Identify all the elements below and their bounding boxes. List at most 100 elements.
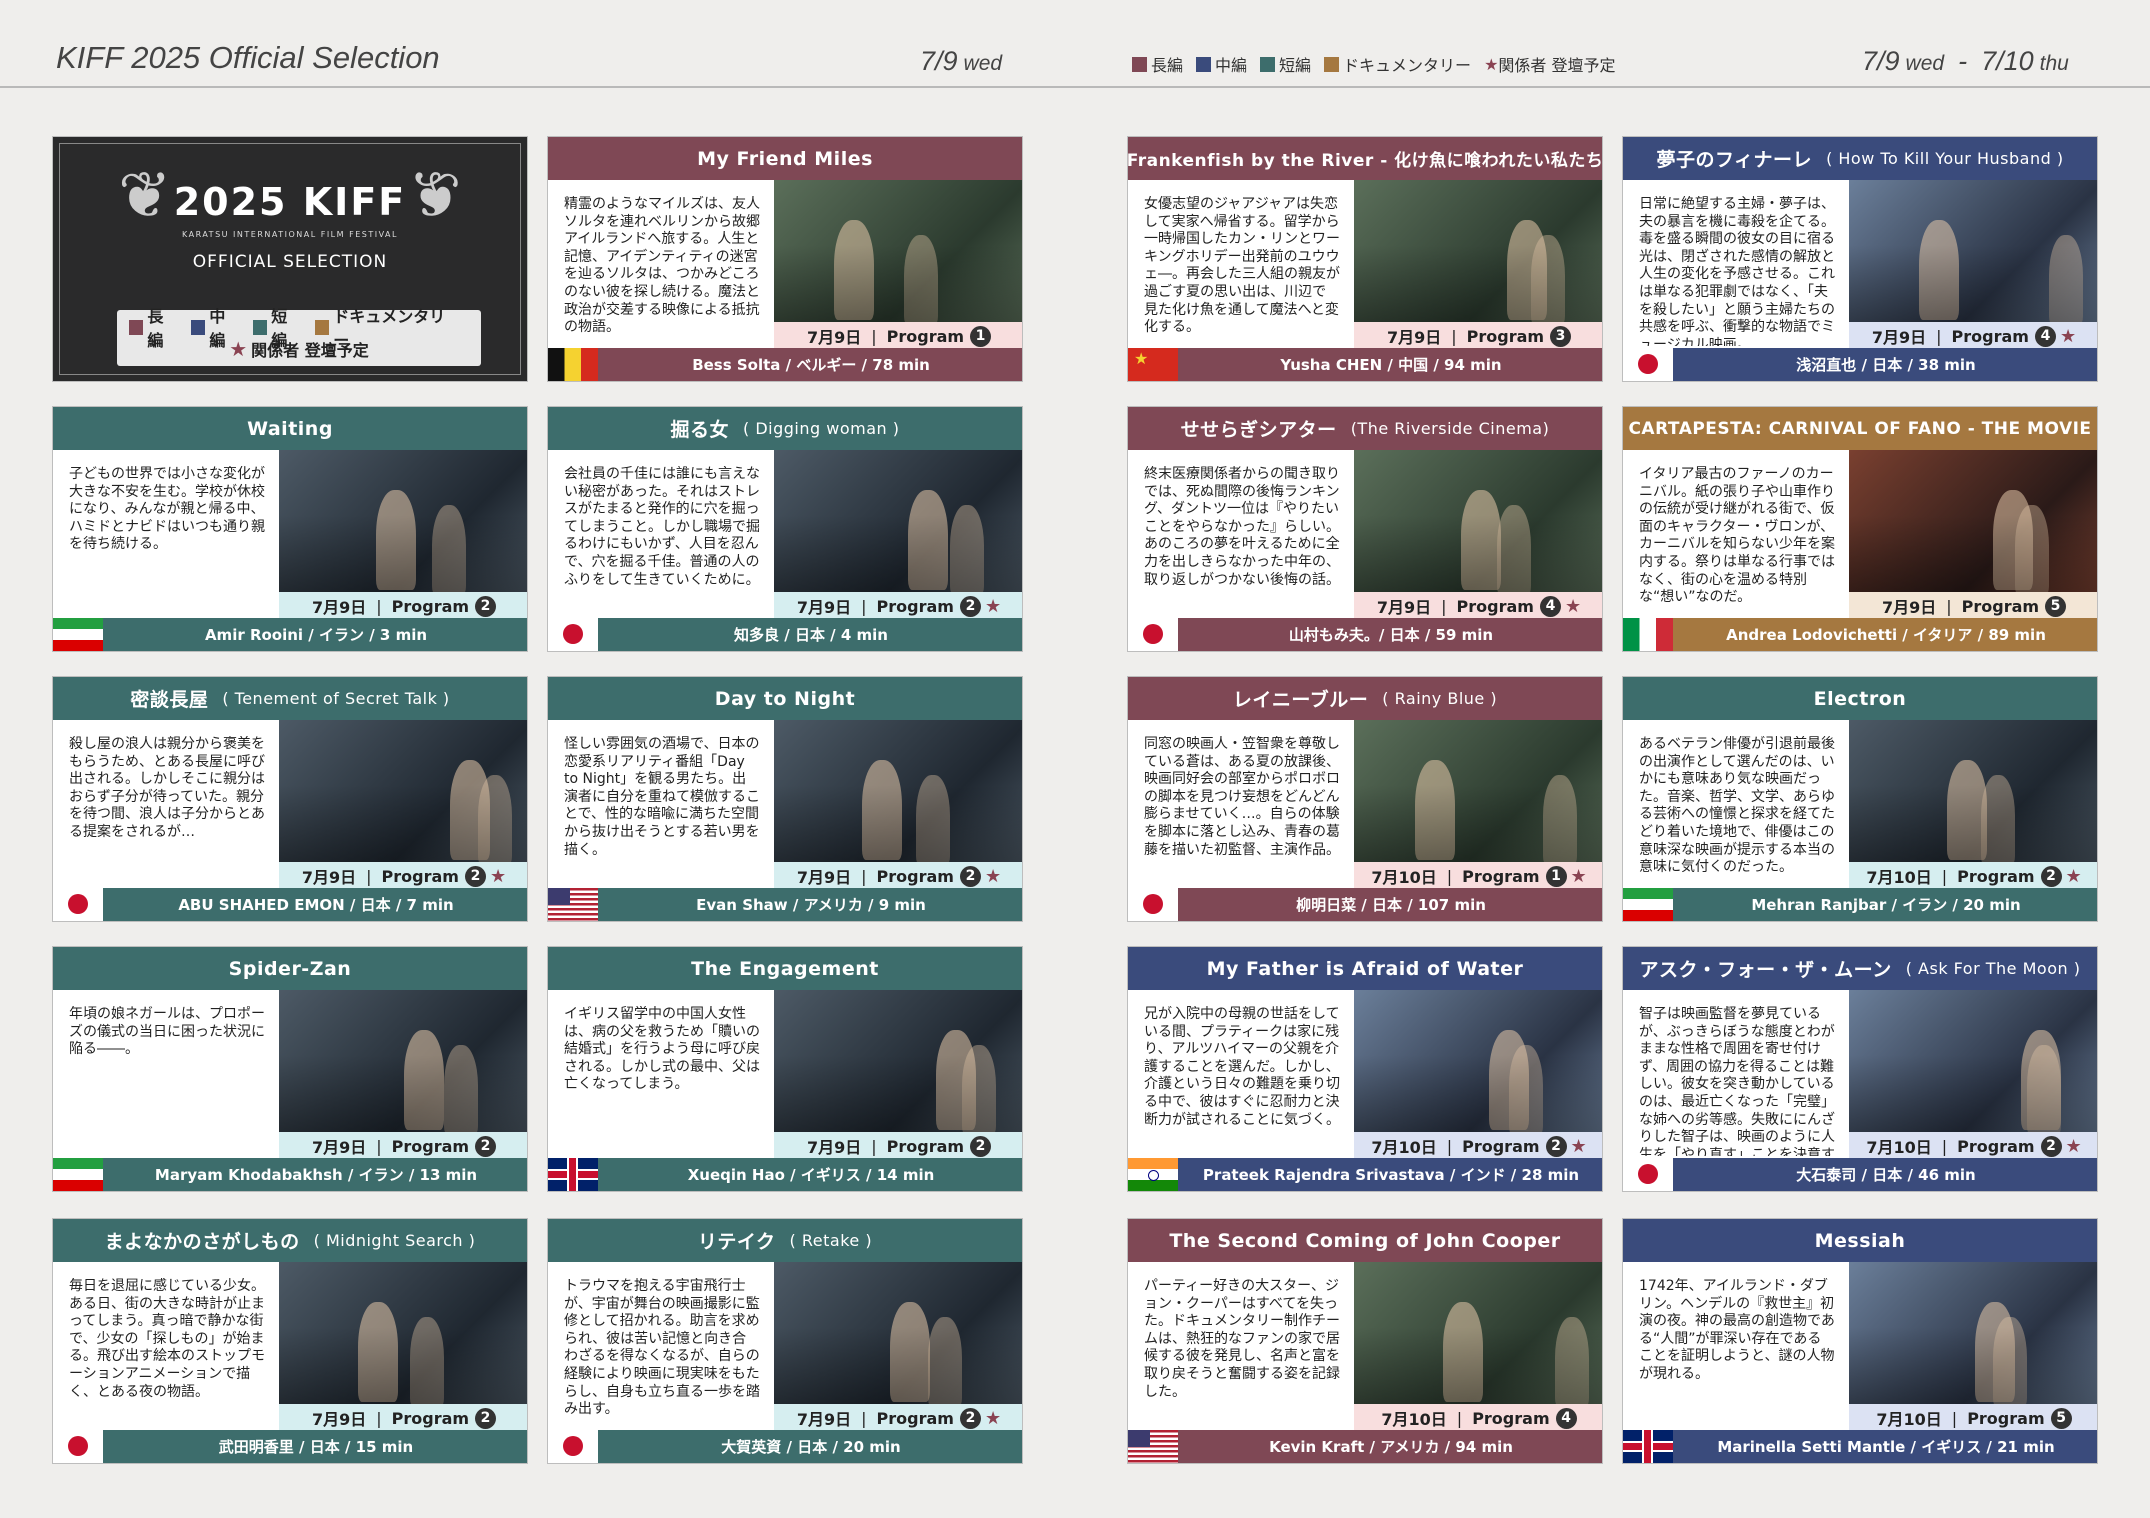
- film-title: CARTAPESTA: CARNIVAL OF FANO - THE MOVIE: [1628, 418, 2092, 439]
- program-number: 2: [959, 595, 981, 617]
- film-credit: Bess Solta / ベルギー / 78 min: [692, 356, 930, 374]
- country-flag-icon: [53, 618, 103, 651]
- guest-star-icon: ★: [489, 865, 507, 887]
- film-credit: 大石泰司 / 日本 / 46 min: [1796, 1166, 1976, 1184]
- program-number: 2: [959, 865, 981, 887]
- country-flag-icon: [1623, 348, 1673, 381]
- program-label: Program: [391, 1136, 470, 1156]
- program-number: 1: [1545, 865, 1567, 887]
- film-credit: Kevin Kraft / アメリカ / 94 min: [1269, 1438, 1513, 1456]
- film-title: The Engagement: [691, 957, 879, 980]
- screening-date: 7月10日: [1866, 868, 1932, 887]
- film-title-bar: My Father is Afraid of Water: [1128, 947, 1602, 990]
- film-title: Messiah: [1814, 1229, 1906, 1252]
- program-label: Program: [1462, 866, 1540, 886]
- film-credit: Prateek Rajendra Srivastava / インド / 28 m…: [1202, 1166, 1580, 1184]
- program-number: 2: [2040, 865, 2062, 887]
- screening-date: 7月9日: [311, 1410, 367, 1429]
- film-credit-bar: 知多良 / 日本 / 4 min: [548, 618, 1022, 651]
- film-synopsis: パーティー好きの大スター、ジョン・クーパーはすべてを失った。ドキュメンタリー制作…: [1144, 1278, 1340, 1400]
- program-number: 3: [1550, 325, 1572, 347]
- film-still-image: [1849, 990, 2097, 1134]
- program-number: 2: [475, 1407, 497, 1429]
- screening-info: 7月10日 | Program 2 ★: [1849, 862, 2097, 890]
- film-card: レイニーブルー ( Rainy Blue ) 同窓の映画人・笠智衆を尊敬している…: [1127, 676, 1603, 922]
- film-still-image: [1354, 1262, 1602, 1406]
- film-english-title: ( Tenement of Secret Talk ): [222, 689, 450, 708]
- short-swatch: [1260, 56, 1276, 72]
- medium-swatch: [1196, 56, 1212, 72]
- film-title: My Father is Afraid of Water: [1206, 957, 1524, 980]
- film-title: The Second Coming of John Cooper: [1169, 1229, 1561, 1252]
- film-still-image: [279, 990, 527, 1134]
- screening-info: 7月9日 | Program 2 ★: [774, 862, 1022, 890]
- header-legend: 長編 中編 短編 ドキュメンタリー ★ 関係者 登壇予定: [1132, 52, 1629, 76]
- film-title: Electron: [1813, 687, 1907, 710]
- film-credit: Yusha CHEN / 中国 / 94 min: [1280, 356, 1502, 374]
- program-number: 2: [464, 865, 486, 887]
- film-synopsis: 精霊のようなマイルズは、友人ソルタを連れベルリンから故郷アイルランドへ旅する。人…: [564, 196, 760, 336]
- program-label: Program: [381, 866, 459, 886]
- program-label: Program: [1472, 1408, 1550, 1428]
- film-title-bar: アスク・フォー・ザ・ムーン ( Ask For The Moon ): [1623, 947, 2097, 990]
- film-credit-bar: 武田明香里 / 日本 / 15 min: [53, 1430, 527, 1463]
- film-english-title: ( How To Kill Your Husband ): [1826, 149, 2064, 168]
- film-card: Electron あるベテラン俳優が引退前最後の出演作として選んだのは、いかにも…: [1622, 676, 2098, 922]
- screening-date: 7月9日: [796, 868, 852, 887]
- country-flag-icon: [548, 888, 598, 921]
- documentary-swatch: [1324, 56, 1340, 72]
- film-credit: Amir Rooini / イラン / 3 min: [204, 626, 428, 644]
- program-label: Program: [1961, 596, 2040, 616]
- program-number: 2: [475, 595, 497, 617]
- film-still-image: [1354, 180, 1602, 324]
- screening-info: 7月9日 | Program 2: [774, 1132, 1022, 1160]
- country-flag-icon: [53, 1430, 103, 1463]
- screening-info: 7月10日 | Program 1 ★: [1354, 862, 1602, 890]
- screening-info: 7月9日 | Program 2: [279, 1132, 527, 1160]
- film-english-title: ( Retake ): [789, 1231, 873, 1250]
- film-english-title: ( Midnight Search ): [313, 1231, 476, 1250]
- country-flag-icon: [1623, 618, 1673, 651]
- program-label: Program: [1462, 1136, 1540, 1156]
- film-still-image: [774, 1262, 1022, 1406]
- film-title-bar: Electron: [1623, 677, 2097, 720]
- guest-star-icon: ★: [1570, 865, 1587, 887]
- film-card: Messiah 1742年、アイルランド・ダブリン。ヘンデルの『救世主』初演の夜…: [1622, 1218, 2098, 1464]
- film-credit: 武田明香里 / 日本 / 15 min: [218, 1438, 414, 1456]
- film-credit-bar: Kevin Kraft / アメリカ / 94 min: [1128, 1430, 1602, 1463]
- film-credit-bar: Andrea Lodovichetti / イタリア / 89 min: [1623, 618, 2097, 651]
- festival-logo-card: ❦ ❦ 2025 KIFF KARATSU INTERNATIONAL FILM…: [52, 136, 528, 382]
- film-title-bar: レイニーブルー ( Rainy Blue ): [1128, 677, 1602, 720]
- logo-legend: 長編 中編 短編 ドキュメンタリー ★ 関係者 登壇予定: [117, 307, 481, 366]
- film-title: せせらぎシアター: [1180, 419, 1337, 441]
- program-number: 2: [970, 1135, 992, 1157]
- screening-date: 7月10日: [1371, 868, 1437, 887]
- film-title: My Friend Miles: [697, 147, 873, 170]
- film-still-image: [279, 450, 527, 594]
- star-icon: ★: [1484, 54, 1499, 74]
- logo-subtitle: KARATSU INTERNATIONAL FILM FESTIVAL: [182, 230, 398, 239]
- logo-wordmark: 2025 KIFF: [173, 180, 407, 224]
- country-flag-icon: [53, 1158, 103, 1191]
- film-synopsis: 女優志望のジャアジャアは失恋して実家へ帰省する。留学から一時帰国したカン・リンと…: [1144, 196, 1340, 336]
- film-title: リテイク: [697, 1231, 776, 1253]
- film-still-image: [1354, 990, 1602, 1134]
- film-credit: Maryam Khodabakhsh / イラン / 13 min: [154, 1166, 478, 1184]
- program-label: Program: [1456, 596, 1534, 616]
- country-flag-icon: [1128, 1430, 1178, 1463]
- screening-date: 7月9日: [311, 598, 367, 617]
- film-still-image: [1849, 180, 2097, 324]
- film-english-title: (The Riverside Cinema): [1350, 419, 1550, 438]
- film-card: My Father is Afraid of Water 兄が入院中の母親の世話…: [1127, 946, 1603, 1192]
- film-card: Frankenfish by the River - 化け魚に喰われたい私たち …: [1127, 136, 1603, 382]
- film-card: Spider-Zan 年頃の娘ネガールは、プロポーズの儀式の当日に困った状況に陥…: [52, 946, 528, 1192]
- program-number: 2: [1545, 1135, 1567, 1157]
- guest-star-icon: ★: [1570, 1135, 1587, 1157]
- program-label: Program: [886, 1136, 965, 1156]
- film-credit: Xueqin Hao / イギリス / 14 min: [687, 1166, 935, 1184]
- film-credit-bar: Marinella Setti Mantle / イギリス / 21 min: [1623, 1430, 2097, 1463]
- film-title: Spider-Zan: [228, 957, 352, 980]
- film-synopsis: イタリア最古のファーノのカーニバル。紙の張り子や山車作りの伝統が受け継がれる街で…: [1639, 466, 1835, 606]
- film-credit: 大賀英資 / 日本 / 20 min: [721, 1438, 901, 1456]
- screening-info: 7月10日 | Program 2 ★: [1354, 1132, 1602, 1160]
